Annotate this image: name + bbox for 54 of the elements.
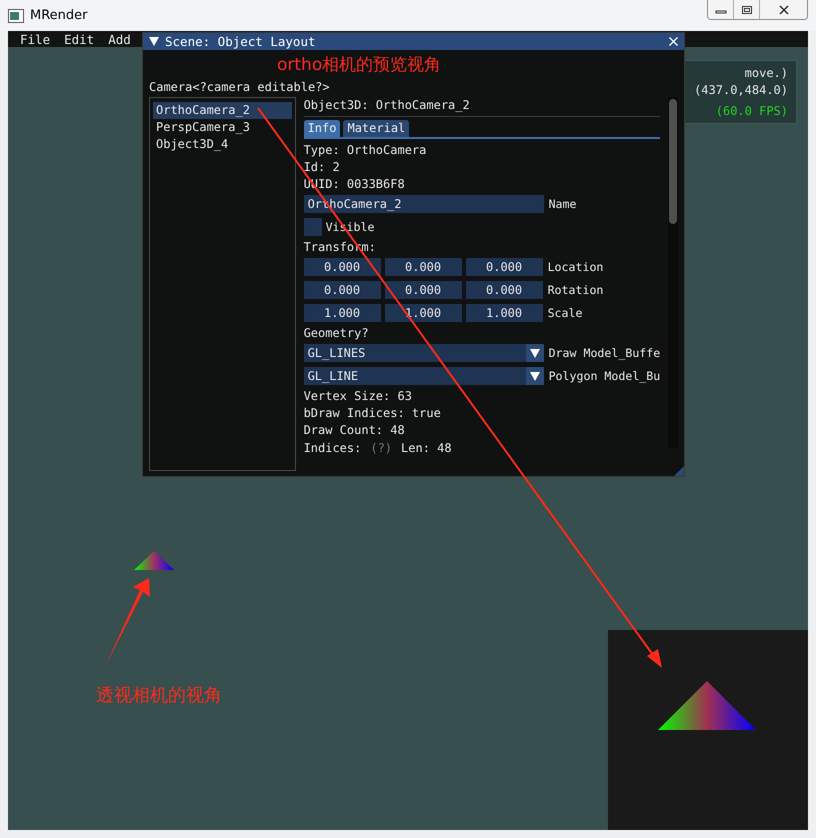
help-marker[interactable]: (?) [370,439,392,457]
object-header: Object3D: OrthoCamera_2 [304,97,471,114]
fps-text: (60.0 FPS) [716,103,788,120]
list-item[interactable]: OrthoCamera_2 [153,102,292,119]
minimize-button[interactable] [708,0,734,19]
overlay-text: (437.0,484.0) [694,82,788,99]
panel-title: Scene: Object Layout [165,34,316,49]
number-field[interactable]: 0.000 [466,281,543,299]
info-text: Indices: [304,440,362,457]
info-text: Vertex Size: 63 [304,388,413,405]
triangle-drawing [134,551,174,570]
field-label: Rotation [548,283,604,297]
caret-icon [530,348,540,358]
annotation-text: ortho相机的预览视角 [277,55,442,75]
number-field[interactable]: 0.000 [304,258,381,276]
info-text: Id: 2 [304,159,341,176]
annotation-text: 透视相机的视角 [96,684,222,707]
field-label: Name [548,197,576,211]
resize-grip-icon[interactable] [674,466,684,476]
field-label: Location [548,260,604,274]
info-text: Draw Count: 48 [304,422,406,439]
tab[interactable]: Info [304,120,340,137]
number-field[interactable]: 1.000 [304,304,381,322]
overlay-text: move.) [744,65,788,82]
close-icon[interactable] [669,37,678,46]
tab[interactable]: Material [343,120,410,137]
dropdown[interactable]: GL_LINES [304,344,544,362]
info-text: bDraw Indices: true [304,405,442,422]
section-label: Geometry? [304,325,370,342]
field-label: Polygon Model_Bu [548,369,660,383]
field-label: Draw Model_Buffe [548,346,660,360]
field-label: Scale [548,306,582,320]
number-field[interactable]: 0.000 [384,281,462,299]
app-icon [8,8,24,22]
number-field[interactable]: 1.000 [466,304,543,322]
restore-icon [740,4,752,14]
visible-checkbox[interactable] [304,218,322,236]
dropdown[interactable]: GL_LINE [304,367,544,385]
caret-icon [530,372,540,380]
menu-item[interactable]: Add [108,32,131,46]
camera-label: Camera<?camera editable?> [149,79,330,96]
number-field[interactable]: 0.000 [466,258,543,276]
menu-item[interactable]: File [20,32,50,46]
window-title: MRender [30,8,88,23]
number-field[interactable]: 0.000 [304,281,381,299]
menu-item[interactable]: Edit [64,32,94,46]
number-field[interactable]: 0.000 [384,258,462,276]
number-field[interactable]: 1.000 [384,304,462,322]
info-text: Len: 48 [401,440,452,457]
close-icon [778,4,790,14]
list-item[interactable]: Object3D_4 [153,136,292,153]
scrollbar[interactable] [668,97,678,448]
list-item[interactable]: PerspCamera_3 [153,119,292,136]
info-text: Type: OrthoCamera [304,142,428,159]
